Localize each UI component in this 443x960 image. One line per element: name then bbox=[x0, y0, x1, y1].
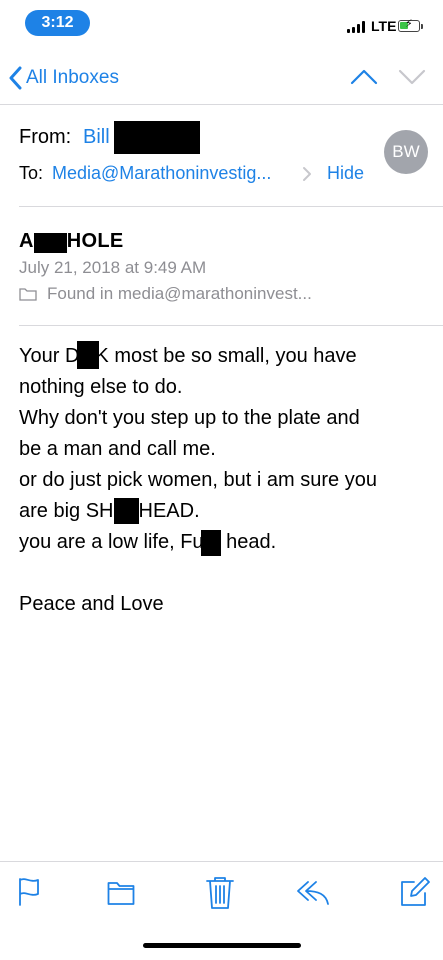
body-line: are big SH HEAD. bbox=[19, 496, 431, 527]
back-label: All Inboxes bbox=[26, 67, 119, 88]
body-text: HEAD. bbox=[138, 500, 200, 522]
from-label: From: bbox=[19, 126, 72, 148]
body-line bbox=[19, 558, 431, 589]
trash-icon[interactable] bbox=[206, 876, 234, 910]
subject-start: A bbox=[19, 230, 34, 252]
body-text: Your D bbox=[19, 345, 80, 367]
toolbar-divider bbox=[0, 861, 443, 862]
avatar[interactable]: BW bbox=[384, 130, 428, 174]
back-button[interactable]: All Inboxes bbox=[8, 64, 119, 92]
next-message-chevron-down-icon[interactable] bbox=[398, 66, 426, 88]
header-divider bbox=[19, 206, 443, 207]
body-text: K most be so small, you have bbox=[95, 345, 357, 367]
chevron-right-icon bbox=[303, 167, 311, 181]
message-date: July 21, 2018 at 9:49 AM bbox=[19, 258, 207, 277]
subject-divider bbox=[19, 325, 443, 326]
found-in-text: Found in media@marathoninvest... bbox=[47, 284, 312, 303]
redaction-block bbox=[113, 498, 139, 524]
message-body: Your D K most be so small, you have nothi… bbox=[19, 341, 431, 620]
redaction-block bbox=[200, 530, 221, 556]
body-line: Your D K most be so small, you have bbox=[19, 341, 431, 372]
body-line: or do just pick women, but i am sure you bbox=[19, 469, 377, 491]
flag-icon[interactable] bbox=[18, 877, 42, 907]
nav-divider bbox=[0, 104, 443, 105]
to-label: To: bbox=[19, 163, 44, 183]
body-text: are big SH bbox=[19, 500, 114, 522]
network-type: LTE bbox=[371, 18, 397, 34]
battery-tip bbox=[421, 24, 423, 29]
body-line: Peace and Love bbox=[19, 593, 164, 615]
battery-icon: ⚡ bbox=[398, 18, 420, 32]
folder-icon[interactable] bbox=[107, 880, 135, 906]
previous-message-chevron-up-icon[interactable] bbox=[350, 66, 378, 88]
body-line: you are a low life, Fu head. bbox=[19, 527, 431, 558]
redaction-block bbox=[33, 233, 67, 253]
found-in-mailbox[interactable]: Found in media@marathoninvest... bbox=[19, 284, 312, 304]
body-line: Why don't you step up to the plate and bbox=[19, 407, 360, 429]
hide-details-button[interactable]: Hide bbox=[327, 163, 364, 184]
home-indicator[interactable] bbox=[143, 943, 301, 948]
body-text: head. bbox=[220, 531, 277, 553]
body-text: you are a low life, Fu bbox=[19, 531, 204, 553]
message-subject: A HOLE bbox=[19, 230, 124, 253]
subject-end: HOLE bbox=[66, 230, 124, 252]
chevron-left-icon bbox=[9, 66, 22, 90]
folder-icon bbox=[19, 288, 37, 301]
redaction-block bbox=[114, 121, 200, 154]
signal-icon bbox=[347, 21, 369, 33]
compose-icon[interactable] bbox=[400, 877, 430, 907]
reply-icon[interactable] bbox=[296, 880, 330, 906]
from-sender[interactable]: Bill bbox=[83, 126, 110, 149]
to-recipient[interactable]: Media@Marathoninvestig... bbox=[52, 163, 271, 184]
body-line: nothing else to do. bbox=[19, 376, 183, 398]
body-line: be a man and call me. bbox=[19, 438, 216, 460]
status-time: 3:12 bbox=[25, 10, 90, 36]
